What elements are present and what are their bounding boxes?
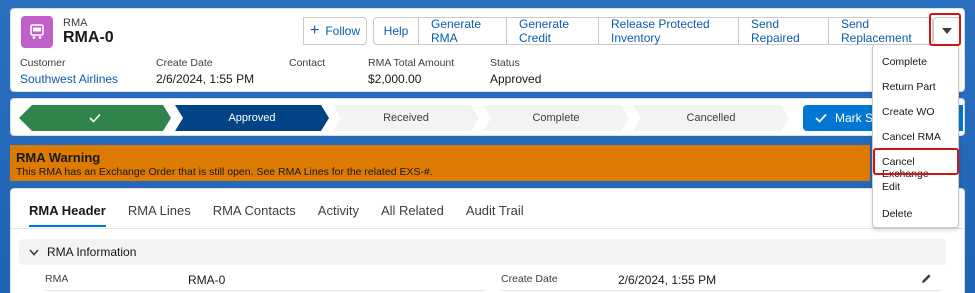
generate-credit-button[interactable]: Generate Credit: [507, 17, 599, 45]
warning-title: RMA Warning: [16, 150, 101, 165]
contact-field: Contact: [289, 57, 326, 69]
path-stages: Approved Received Complete Cancelled: [19, 105, 793, 131]
customer-link[interactable]: Southwest Airlines: [20, 72, 118, 86]
follow-label: Follow: [325, 24, 361, 38]
rma-information-section-header[interactable]: RMA Information: [19, 239, 946, 265]
field-divider: [45, 290, 485, 291]
generate-rma-button[interactable]: Generate RMA: [419, 17, 507, 45]
menu-item-delete[interactable]: Delete: [882, 208, 912, 220]
warning-text: This RMA has an Exchange Order that is s…: [16, 166, 433, 178]
record-detail-tabs-panel: RMA Header RMA Lines RMA Contacts Activi…: [10, 188, 965, 293]
plus-icon: +: [309, 22, 320, 39]
tabs-divider: [11, 228, 964, 229]
help-button[interactable]: Help: [373, 17, 419, 45]
follow-button[interactable]: + Follow: [303, 17, 367, 45]
status-field: Status Approved: [490, 57, 542, 86]
tab-rma-header[interactable]: RMA Header: [29, 203, 106, 227]
path-stage-completed[interactable]: [19, 105, 171, 131]
rma-field-label: RMA: [45, 273, 69, 285]
path-stage-complete[interactable]: Complete: [483, 105, 629, 131]
record-header: RMA RMA-0 + Follow Help Generate RMA Gen…: [10, 8, 965, 92]
tab-activity[interactable]: Activity: [318, 203, 359, 227]
menu-item-cancel-rma[interactable]: Cancel RMA: [882, 131, 941, 143]
field-divider: [501, 290, 941, 291]
path-stage-approved[interactable]: Approved: [175, 105, 329, 131]
customer-field: Customer Southwest Airlines: [20, 57, 119, 86]
action-button-group: Help Generate RMA Generate Credit Releas…: [373, 17, 933, 45]
tab-rma-lines[interactable]: RMA Lines: [128, 203, 191, 227]
release-protected-inventory-button[interactable]: Release Protected Inventory: [599, 17, 739, 45]
follow-button-group: + Follow: [303, 17, 367, 45]
status-path: Approved Received Complete Cancelled Mar…: [10, 98, 965, 136]
rma-total-amount-field: RMA Total Amount $2,000.00: [368, 57, 455, 86]
create-date-field-label: Create Date: [501, 273, 558, 285]
menu-item-cancel-exchange[interactable]: Cancel Exchange: [882, 156, 958, 180]
menu-item-create-wo[interactable]: Create WO: [882, 106, 935, 118]
tab-bar: RMA Header RMA Lines RMA Contacts Activi…: [29, 203, 524, 227]
path-stage-cancelled[interactable]: Cancelled: [633, 105, 789, 131]
send-repaired-button[interactable]: Send Repaired: [739, 17, 829, 45]
section-title: RMA Information: [47, 245, 137, 259]
rma-warning-banner: RMA Warning This RMA has an Exchange Ord…: [10, 145, 870, 181]
check-icon: [89, 113, 101, 123]
menu-item-edit[interactable]: Edit: [882, 181, 900, 193]
path-stage-received[interactable]: Received: [333, 105, 479, 131]
create-date-field-value: 2/6/2024, 1:55 PM: [618, 273, 717, 287]
send-replacement-button[interactable]: Send Replacement: [829, 17, 933, 45]
chevron-down-icon: [942, 28, 952, 34]
rma-object-icon: [21, 16, 53, 48]
tab-all-related[interactable]: All Related: [381, 203, 444, 227]
edit-pencil-icon[interactable]: [921, 273, 932, 287]
tab-rma-contacts[interactable]: RMA Contacts: [213, 203, 296, 227]
create-date-field: Create Date 2/6/2024, 1:55 PM: [156, 57, 255, 86]
object-type-label: RMA: [63, 17, 88, 29]
tab-audit-trail[interactable]: Audit Trail: [466, 203, 524, 227]
menu-item-return-part[interactable]: Return Part: [882, 81, 936, 93]
check-icon: [815, 113, 827, 123]
menu-item-complete[interactable]: Complete: [882, 56, 927, 68]
more-actions-menu: Complete Return Part Create WO Cancel RM…: [872, 44, 959, 228]
record-title: RMA-0: [63, 29, 114, 46]
more-actions-dropdown-button[interactable]: [933, 17, 961, 45]
chevron-down-icon: [29, 248, 39, 256]
rma-field-value: RMA-0: [188, 273, 226, 287]
